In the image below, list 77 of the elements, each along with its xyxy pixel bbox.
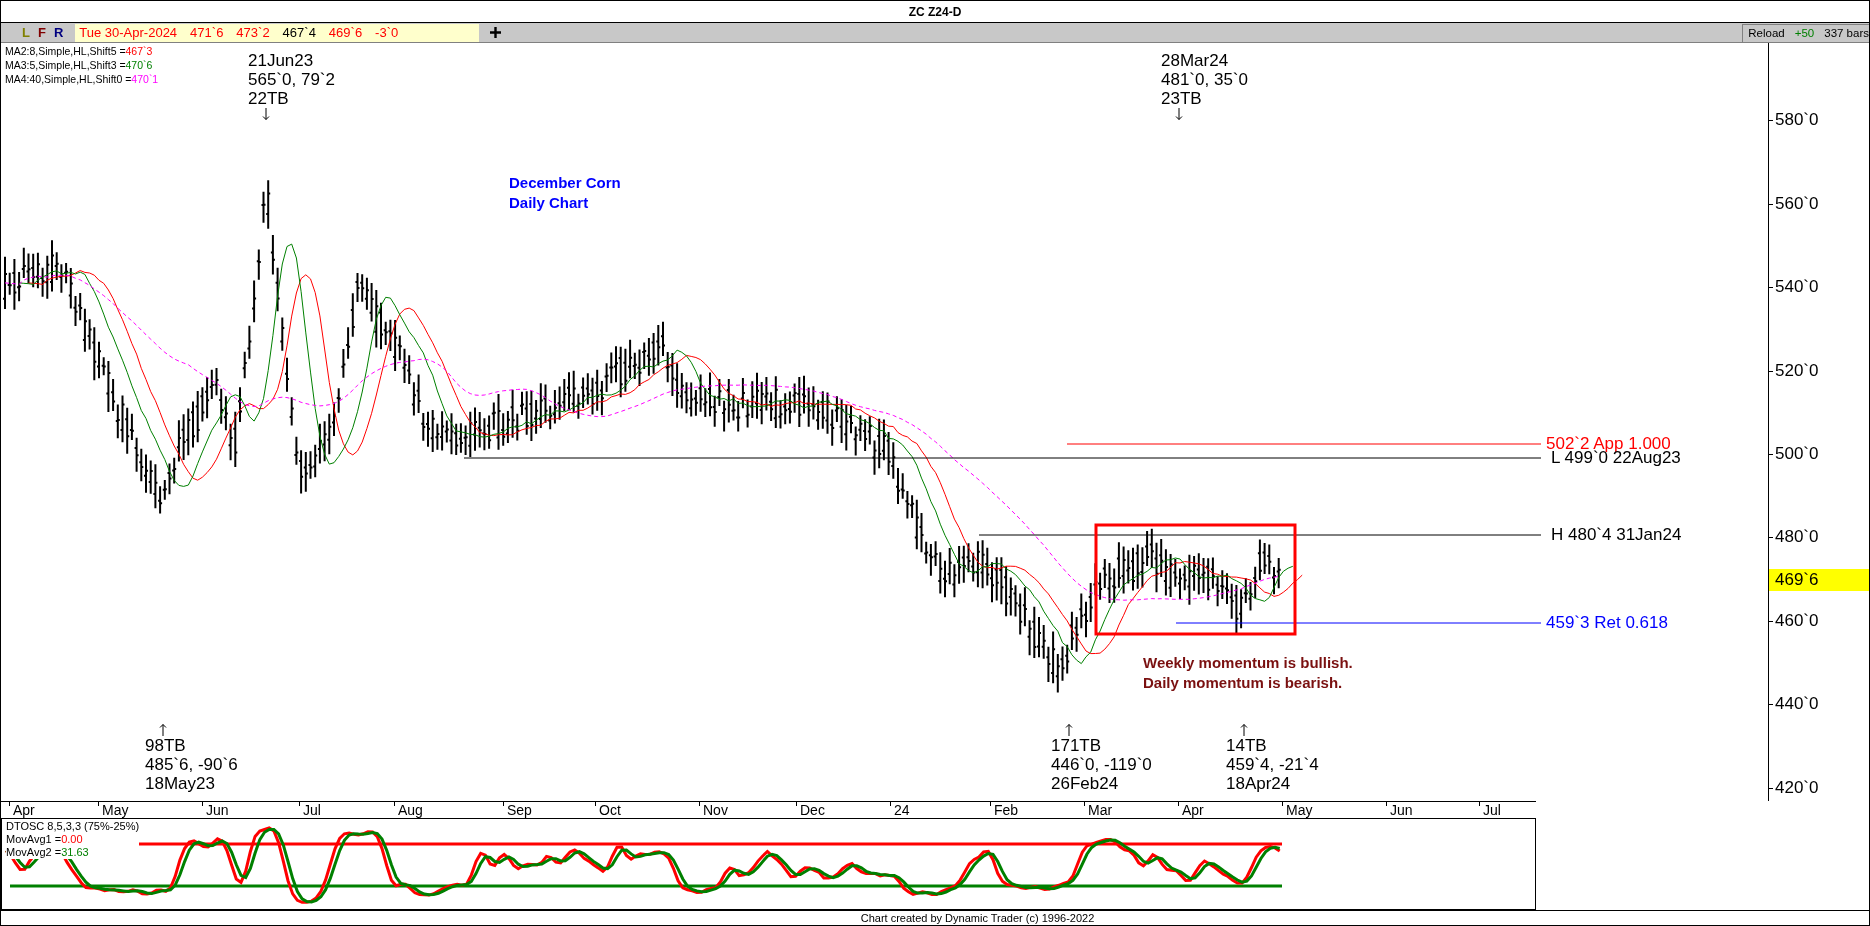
indicator-value: 0.00 xyxy=(61,833,83,846)
level-label: H 480`4 31Jan24 xyxy=(1551,525,1682,545)
price-label: 500`0 xyxy=(1775,444,1819,464)
quote-value: 467`4 xyxy=(282,25,316,40)
toolbar-button[interactable]: F xyxy=(33,23,50,42)
price-label: 420`0 xyxy=(1775,777,1819,798)
oscillator-name: DTOSC 8,5,3,3 (75%-25%) xyxy=(6,820,140,833)
quote-value: 471`6 xyxy=(190,25,224,40)
commentary-text: Weekly momentum is bullish. xyxy=(1143,653,1353,673)
month-label: Apr xyxy=(1182,802,1204,818)
pivot-label: 14TB xyxy=(1226,736,1268,755)
month-label: Sep xyxy=(507,802,532,818)
indicator-value: 31.63 xyxy=(61,846,89,859)
month-label: Aug xyxy=(398,802,423,818)
indicator-label: MA4:40,Simple,HL,Shift0 = xyxy=(5,72,132,86)
price-label: 480`0 xyxy=(1775,527,1819,548)
chart-title: ZC Z24-D xyxy=(908,4,962,19)
plus-icon[interactable] xyxy=(489,26,503,39)
reload-step: +50 xyxy=(1794,27,1815,39)
price-label: 440`0 xyxy=(1775,694,1819,715)
indicator-value: 470`6 xyxy=(125,58,153,72)
month-label: May xyxy=(102,802,129,818)
month-label: Jul xyxy=(303,802,321,818)
current-price-label: 469`6 xyxy=(1769,569,1869,591)
arrow-down-icon xyxy=(262,108,270,120)
pivot-date: 26Feb24 xyxy=(1051,774,1120,793)
pivot-values: 565`0, 79`2 xyxy=(248,70,335,89)
arrow-up-icon xyxy=(1240,724,1248,736)
quote-value: Tue 30-Apr-2024 xyxy=(79,25,178,40)
pivot-values: 481`0, 35`0 xyxy=(1161,70,1248,89)
price-label: 560`0 xyxy=(1775,193,1819,214)
price-label: 520`0 xyxy=(1775,360,1819,381)
price-label: 540`0 xyxy=(1775,277,1819,298)
indicator-value: 467`3 xyxy=(125,44,153,58)
month-label: Jun xyxy=(206,802,229,818)
arrow-down-icon xyxy=(1175,108,1183,120)
toolbar-button[interactable]: R xyxy=(49,23,68,42)
indicator-label: MA2:8,Simple,HL,Shift5 = xyxy=(5,44,126,58)
month-label: Jun xyxy=(1390,802,1413,818)
pivot-values: 485`6, -90`6 xyxy=(145,755,238,774)
pivot-date: 21Jun23 xyxy=(248,51,315,70)
pivot-values: 446`0, -119`0 xyxy=(1051,755,1152,774)
indicator-label: MovAvg1 = xyxy=(6,833,62,846)
chart-caption: December Corn xyxy=(509,173,621,193)
price-label: 460`0 xyxy=(1775,610,1819,631)
pivot-date: 28Mar24 xyxy=(1161,51,1230,70)
quote-value: 473`2 xyxy=(236,25,270,40)
price-label: 580`0 xyxy=(1775,110,1819,131)
pivot-label: 171TB xyxy=(1051,736,1103,755)
footer-text: Chart created by Dynamic Trader (c) 1996-2022 xyxy=(859,912,1095,924)
month-label: Dec xyxy=(800,802,825,818)
arrow-up-icon xyxy=(159,724,167,736)
month-label: Apr xyxy=(13,802,35,818)
month-label: Nov xyxy=(703,802,728,818)
month-label: May xyxy=(1286,802,1313,818)
pivot-date: 18May23 xyxy=(145,774,216,793)
month-label: Mar xyxy=(1088,802,1113,818)
month-label: Oct xyxy=(599,802,621,818)
reload-button[interactable]: Reload xyxy=(1748,27,1785,39)
commentary-text: Daily momentum is bearish. xyxy=(1143,673,1344,693)
quote-value: 469`6 xyxy=(328,25,363,40)
arrow-up-icon xyxy=(1065,724,1073,736)
month-label: 24 xyxy=(894,802,910,818)
indicator-label: MA3:5,Simple,HL,Shift3 = xyxy=(5,58,126,72)
month-label: Jul xyxy=(1483,802,1501,818)
indicator-label: MovAvg2 = xyxy=(6,846,62,859)
pivot-label: 98TB xyxy=(145,736,187,755)
pivot-label: 23TB xyxy=(1161,89,1203,108)
month-label: Feb xyxy=(994,802,1019,818)
level-label: 459`3 Ret 0.618 xyxy=(1546,613,1668,633)
chart-caption: Daily Chart xyxy=(509,193,590,213)
pivot-date: 18Apr24 xyxy=(1226,774,1292,793)
indicator-value: 470`1 xyxy=(131,72,159,86)
pivot-label: 22TB xyxy=(248,89,290,108)
quote-value: -3`0 xyxy=(375,25,399,40)
bar-count: 337 bars xyxy=(1824,27,1869,39)
pivot-values: 459`4, -21`4 xyxy=(1226,755,1319,774)
